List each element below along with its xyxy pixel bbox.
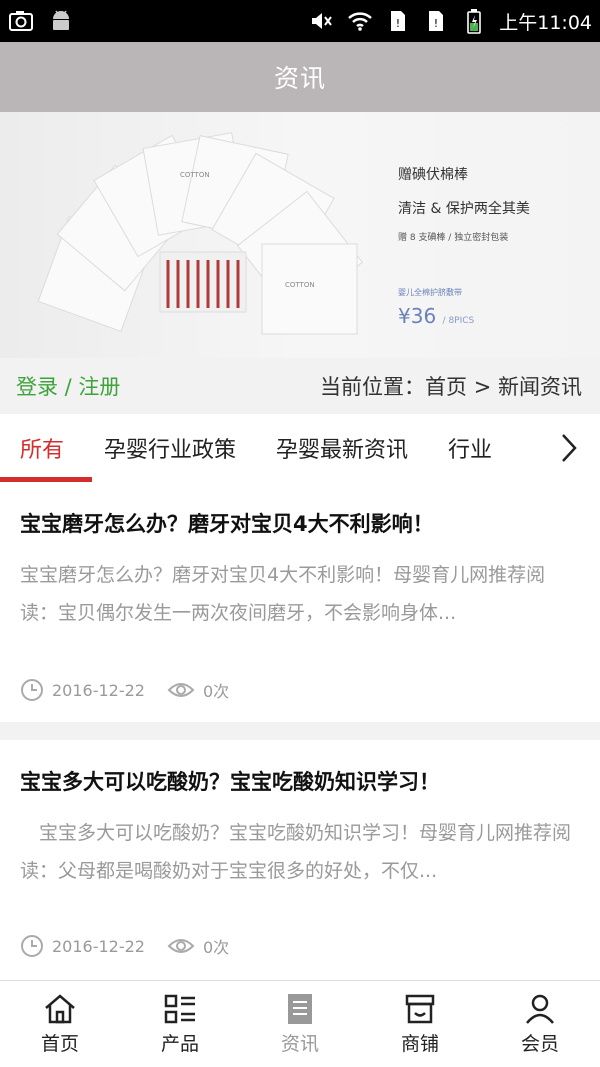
svg-text:COTTON: COTTON	[180, 171, 210, 179]
battery-icon	[461, 8, 487, 34]
mute-icon	[309, 8, 335, 34]
nav-home[interactable]: 首页	[0, 981, 120, 1067]
clock-icon	[21, 679, 43, 701]
android-icon	[48, 8, 74, 34]
tab-label: 孕婴最新资讯	[276, 438, 409, 463]
page-title: 资讯	[273, 64, 326, 93]
banner-detail: 赠 8 支碘棒 / 独立密封包装	[398, 233, 509, 243]
article-date: 2016-12-22	[20, 934, 145, 958]
eye-icon	[167, 683, 195, 697]
article-date: 2016-12-22	[20, 678, 145, 702]
views-text: 0次	[202, 682, 230, 701]
tab-all[interactable]: 所有	[0, 414, 93, 482]
article-summary: 宝宝多大可以吃酸奶？宝宝吃酸奶知识学习！母婴育儿网推荐阅读：父母都是喝酸奶对于宝…	[20, 822, 572, 882]
date-text: 2016-12-22	[52, 680, 145, 700]
shop-icon	[405, 994, 435, 1023]
clock-icon	[21, 935, 43, 957]
nav-news[interactable]: 资讯	[240, 981, 360, 1067]
article-views: 0次	[167, 934, 229, 958]
sim1-icon: !	[385, 8, 411, 34]
article-summary: 宝宝磨牙怎么办？磨牙对宝贝4大不利影响！母婴育儿网推荐阅读：宝贝偶尔发生一两次夜…	[20, 564, 546, 624]
breadcrumb: 当前位置：首页 > 新闻资讯	[320, 375, 582, 399]
login-register-link[interactable]: 登录 / 注册	[16, 371, 120, 401]
article-meta: 2016-12-22 0次	[20, 934, 229, 958]
screenshot-icon	[8, 8, 34, 34]
nav-label: 资讯	[280, 1032, 319, 1055]
svg-text:COTTON: COTTON	[285, 281, 315, 289]
grid-list-icon	[164, 994, 195, 1023]
status-time: 上午11:04	[499, 11, 592, 34]
tab-industry[interactable]: 行业	[428, 414, 512, 482]
nav-label: 商铺	[400, 1032, 439, 1055]
wifi-icon	[347, 8, 373, 34]
banner-headline: 赠碘伏棉棒	[398, 167, 468, 183]
svg-text:!: !	[434, 17, 438, 30]
article-card[interactable]: 宝宝多大可以吃酸奶？宝宝吃酸奶知识学习！ 宝宝多大可以吃酸奶？宝宝吃酸奶知识学习…	[0, 740, 600, 980]
app-header: 资讯	[0, 42, 600, 112]
nav-member[interactable]: 会员	[480, 981, 600, 1067]
tabs-scroll-right-button[interactable]	[538, 414, 600, 482]
location-bar: 登录 / 注册 当前位置：首页 > 新闻资讯	[0, 358, 600, 414]
price-value: ¥36	[398, 304, 437, 328]
banner-subheadline: 清洁 & 保护两全其美	[398, 201, 530, 217]
date-text: 2016-12-22	[52, 936, 145, 956]
promo-banner[interactable]: COTTON COTTON 赠碘伏棉棒 清洁 & 保护两全其美 赠 8 支碘棒 …	[0, 112, 600, 358]
category-tabs: 所有 孕婴行业政策 孕婴最新资讯 行业	[0, 414, 600, 482]
price-unit: / 8PICS	[442, 316, 475, 326]
document-icon	[288, 993, 312, 1024]
sim2-icon: !	[423, 8, 449, 34]
nav-products[interactable]: 产品	[120, 981, 240, 1067]
user-icon	[526, 994, 554, 1024]
svg-text:!: !	[396, 17, 400, 30]
article-title[interactable]: 宝宝磨牙怎么办？磨牙对宝贝4大不利影响！	[20, 508, 434, 538]
nav-label: 首页	[40, 1032, 79, 1055]
status-bar: ! ! 上午11:04	[0, 0, 600, 42]
nav-label: 产品	[160, 1032, 199, 1055]
tab-policy[interactable]: 孕婴行业政策	[84, 414, 256, 482]
bottom-nav: 首页 产品 资讯 商铺 会员	[0, 980, 600, 1067]
home-icon	[45, 993, 75, 1023]
tab-label: 行业	[448, 438, 493, 463]
tab-latest-news[interactable]: 孕婴最新资讯	[256, 414, 428, 482]
tab-label: 孕婴行业政策	[104, 438, 237, 463]
article-views: 0次	[167, 678, 229, 702]
views-text: 0次	[202, 938, 230, 957]
article-card[interactable]: 宝宝磨牙怎么办？磨牙对宝贝4大不利影响！ 宝宝磨牙怎么办？磨牙对宝贝4大不利影响…	[0, 482, 600, 722]
banner-product-name: 婴儿全棉护脐敷带	[398, 288, 462, 297]
banner-text: 赠碘伏棉棒 清洁 & 保护两全其美 赠 8 支碘棒 / 独立密封包装 婴儿全棉护…	[398, 164, 530, 328]
eye-icon	[167, 939, 195, 953]
nav-label: 会员	[520, 1032, 559, 1055]
tab-label: 所有	[20, 438, 65, 463]
banner-price: ¥36 / 8PICS	[398, 304, 530, 328]
nav-shop[interactable]: 商铺	[360, 981, 480, 1067]
chevron-right-icon	[562, 434, 577, 462]
article-meta: 2016-12-22 0次	[20, 678, 229, 702]
article-title[interactable]: 宝宝多大可以吃酸奶？宝宝吃酸奶知识学习！	[20, 766, 440, 796]
banner-product-image: COTTON COTTON	[37, 132, 364, 335]
